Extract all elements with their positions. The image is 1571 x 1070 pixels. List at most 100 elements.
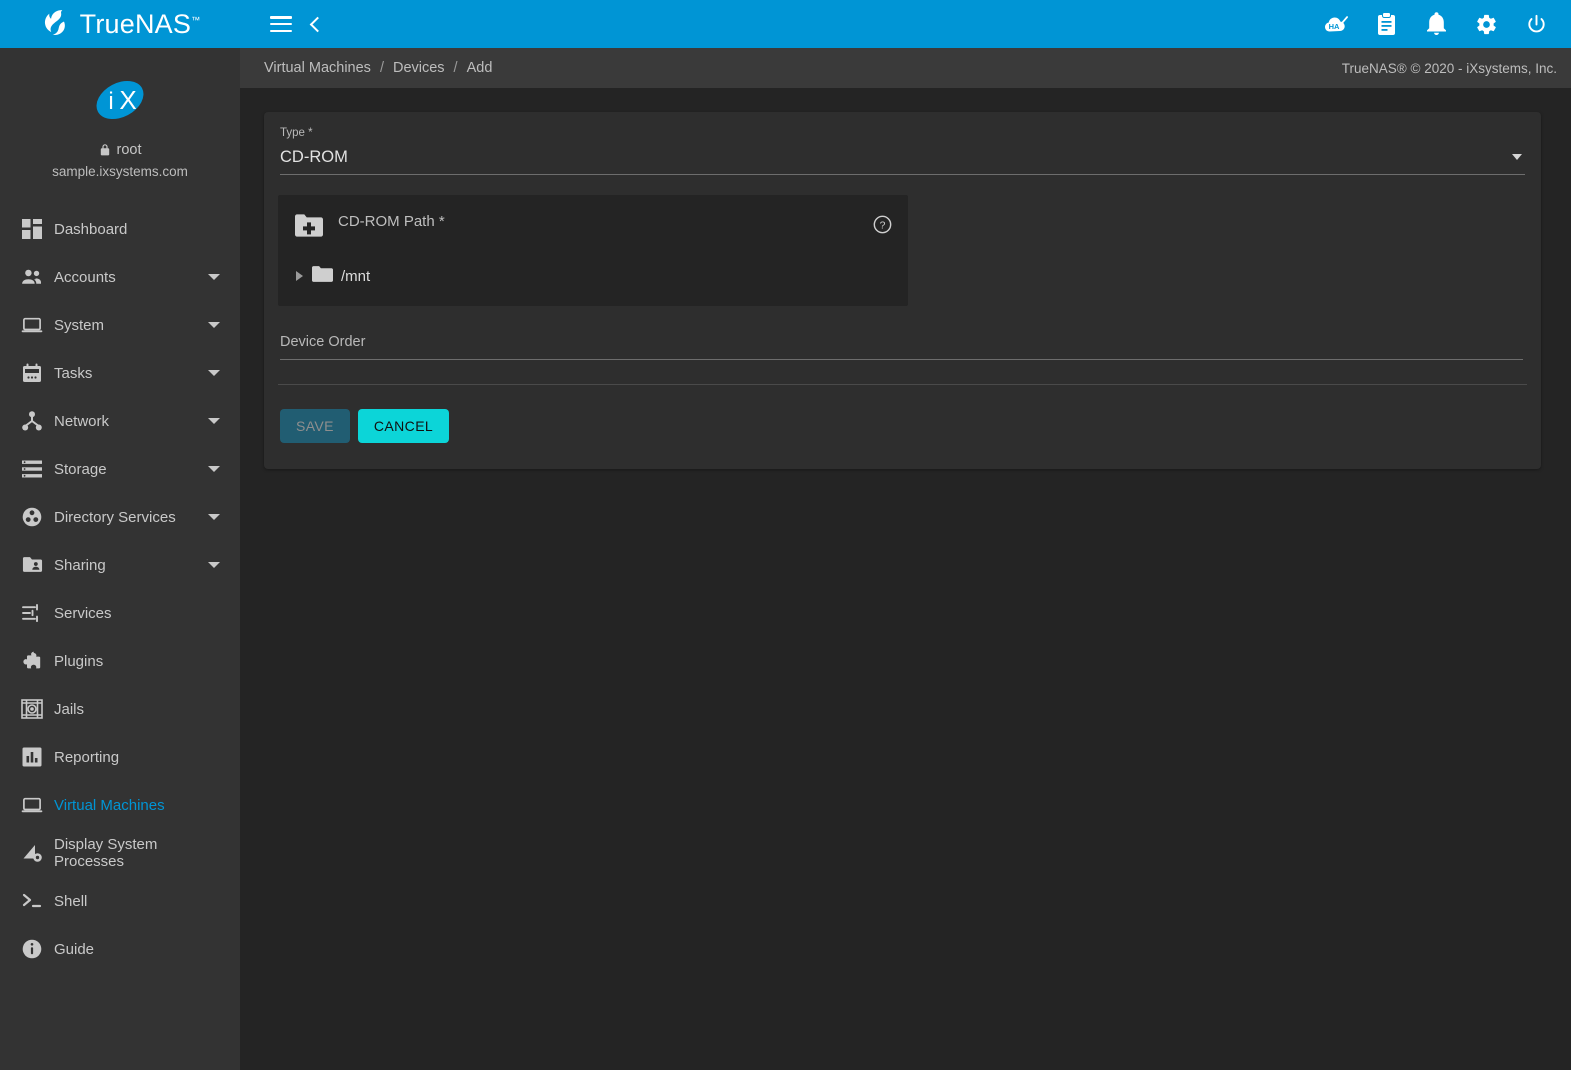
chevron-down-icon	[208, 274, 220, 280]
folder-icon	[311, 265, 333, 288]
type-select[interactable]: CD-ROM	[280, 148, 1525, 175]
device-order-underline	[280, 359, 1523, 360]
accounts-people-icon	[10, 268, 54, 286]
sidebar-item-label: Accounts	[54, 269, 208, 286]
breadcrumb-item-devices[interactable]: Devices	[393, 60, 445, 76]
sidebar-item-sharing[interactable]: Sharing	[0, 541, 240, 589]
sidebar-item-display-system-processes[interactable]: Display System Processes	[0, 829, 240, 877]
sidebar-item-network[interactable]: Network	[0, 397, 240, 445]
chevron-down-icon	[208, 466, 220, 472]
breadcrumb-separator: /	[380, 60, 384, 76]
sidebar-item-directory-services[interactable]: Directory Services	[0, 493, 240, 541]
settings-gear-icon[interactable]	[1469, 7, 1503, 41]
display-system-processes-icon	[10, 843, 54, 863]
chevron-down-icon	[208, 322, 220, 328]
top-bar-main: HA	[240, 0, 1571, 48]
sidebar-item-label: Plugins	[54, 653, 224, 670]
sidebar-item-label: Shell	[54, 893, 224, 910]
cdrom-path-placeholder: CD-ROM Path *	[338, 213, 857, 238]
content-area: Virtual Machines / Devices / Add TrueNAS…	[240, 48, 1571, 1070]
network-icon	[10, 411, 54, 431]
sidebar-item-label: Virtual Machines	[54, 797, 224, 814]
shell-prompt-icon	[10, 892, 54, 910]
page-content: Type * CD-ROM	[240, 88, 1571, 1070]
sidebar-item-plugins[interactable]: Plugins	[0, 637, 240, 685]
chevron-down-icon	[1512, 154, 1522, 160]
sidebar-item-dashboard[interactable]: Dashboard	[0, 205, 240, 253]
sidebar: i X root sample.ixsystems.com Dashboard	[0, 48, 240, 1070]
truenas-flame-icon	[40, 9, 70, 39]
folder-add-icon[interactable]	[294, 213, 324, 244]
type-select-value: CD-ROM	[280, 148, 1512, 167]
profile-hostname: sample.ixsystems.com	[0, 164, 240, 179]
tree-node-mnt[interactable]: /mnt	[294, 265, 892, 288]
sidebar-item-label: Reporting	[54, 749, 224, 766]
sidebar-item-label: Sharing	[54, 557, 208, 574]
breadcrumb-item-virtual-machines[interactable]: Virtual Machines	[264, 60, 371, 76]
copyright-text: TrueNAS® © 2020 - iXsystems, Inc.	[1342, 61, 1557, 76]
notifications-bell-icon[interactable]	[1419, 7, 1453, 41]
sidebar-item-services[interactable]: Services	[0, 589, 240, 637]
brand-name-text: TrueNAS	[80, 9, 191, 39]
sidebar-item-label: Guide	[54, 941, 224, 958]
jails-icon	[10, 699, 54, 719]
guide-info-icon	[10, 939, 54, 959]
sidebar-item-storage[interactable]: Storage	[0, 445, 240, 493]
sidebar-item-system[interactable]: System	[0, 301, 240, 349]
virtual-machines-icon	[10, 796, 54, 814]
sidebar-item-label: Network	[54, 413, 208, 430]
brand-trademark: ™	[191, 15, 200, 25]
breadcrumb: Virtual Machines / Devices / Add TrueNAS…	[240, 48, 1571, 88]
form-actions: SAVE CANCEL	[264, 385, 1541, 469]
reporting-chart-icon	[10, 747, 54, 767]
device-order-field[interactable]: Device Order	[278, 334, 1527, 360]
brand-name: TrueNAS™	[80, 11, 201, 38]
hamburger-menu-icon[interactable]	[264, 7, 298, 41]
cancel-button[interactable]: CANCEL	[358, 409, 449, 443]
truenas-app: TrueNAS™ HA	[0, 0, 1571, 1070]
power-icon[interactable]	[1519, 7, 1553, 41]
sidebar-item-label: Dashboard	[54, 221, 224, 238]
svg-text:i: i	[108, 88, 113, 115]
jobs-clipboard-icon[interactable]	[1369, 7, 1403, 41]
sidebar-item-jails[interactable]: Jails	[0, 685, 240, 733]
device-form-card: Type * CD-ROM	[264, 112, 1541, 469]
sidebar-profile: i X root sample.ixsystems.com	[0, 48, 240, 193]
type-field: Type * CD-ROM	[278, 128, 1527, 175]
device-order-label: Device Order	[280, 334, 1525, 359]
chevron-right-icon[interactable]	[296, 271, 303, 281]
form-body: Type * CD-ROM	[264, 112, 1541, 385]
sidebar-item-label: Directory Services	[54, 509, 208, 526]
ha-status-icon[interactable]: HA	[1319, 7, 1353, 41]
profile-username: root	[117, 142, 142, 158]
chevron-down-icon	[208, 370, 220, 376]
tree-node-label: /mnt	[341, 268, 370, 285]
dashboard-icon	[10, 219, 54, 239]
sidebar-item-reporting[interactable]: Reporting	[0, 733, 240, 781]
profile-username-row: root	[0, 142, 240, 158]
sidebar-item-label: Storage	[54, 461, 208, 478]
sidebar-item-shell[interactable]: Shell	[0, 877, 240, 925]
chevron-down-icon	[208, 514, 220, 520]
sidebar-item-accounts[interactable]: Accounts	[0, 253, 240, 301]
plugins-puzzle-icon	[10, 651, 54, 671]
save-button[interactable]: SAVE	[280, 409, 350, 443]
storage-list-icon	[10, 460, 54, 478]
tasks-calendar-icon	[10, 363, 54, 383]
sidebar-item-label: Services	[54, 605, 224, 622]
cdrom-path-input[interactable]: CD-ROM Path *	[338, 209, 857, 238]
services-sliders-icon	[10, 604, 54, 622]
sharing-folder-icon	[10, 556, 54, 574]
top-bar: TrueNAS™ HA	[0, 0, 1571, 48]
sidebar-item-virtual-machines[interactable]: Virtual Machines	[0, 781, 240, 829]
top-bar-actions: HA	[1319, 7, 1553, 41]
chevron-left-icon[interactable]	[298, 7, 332, 41]
brand-logo-area: TrueNAS™	[0, 0, 240, 48]
sidebar-nav: Dashboard Accounts System	[0, 205, 240, 973]
sidebar-item-tasks[interactable]: Tasks	[0, 349, 240, 397]
help-circle-icon[interactable]: ?	[873, 215, 892, 239]
sidebar-item-guide[interactable]: Guide	[0, 925, 240, 973]
sidebar-item-label: System	[54, 317, 208, 334]
directory-services-icon	[10, 507, 54, 527]
chevron-down-icon	[208, 562, 220, 568]
